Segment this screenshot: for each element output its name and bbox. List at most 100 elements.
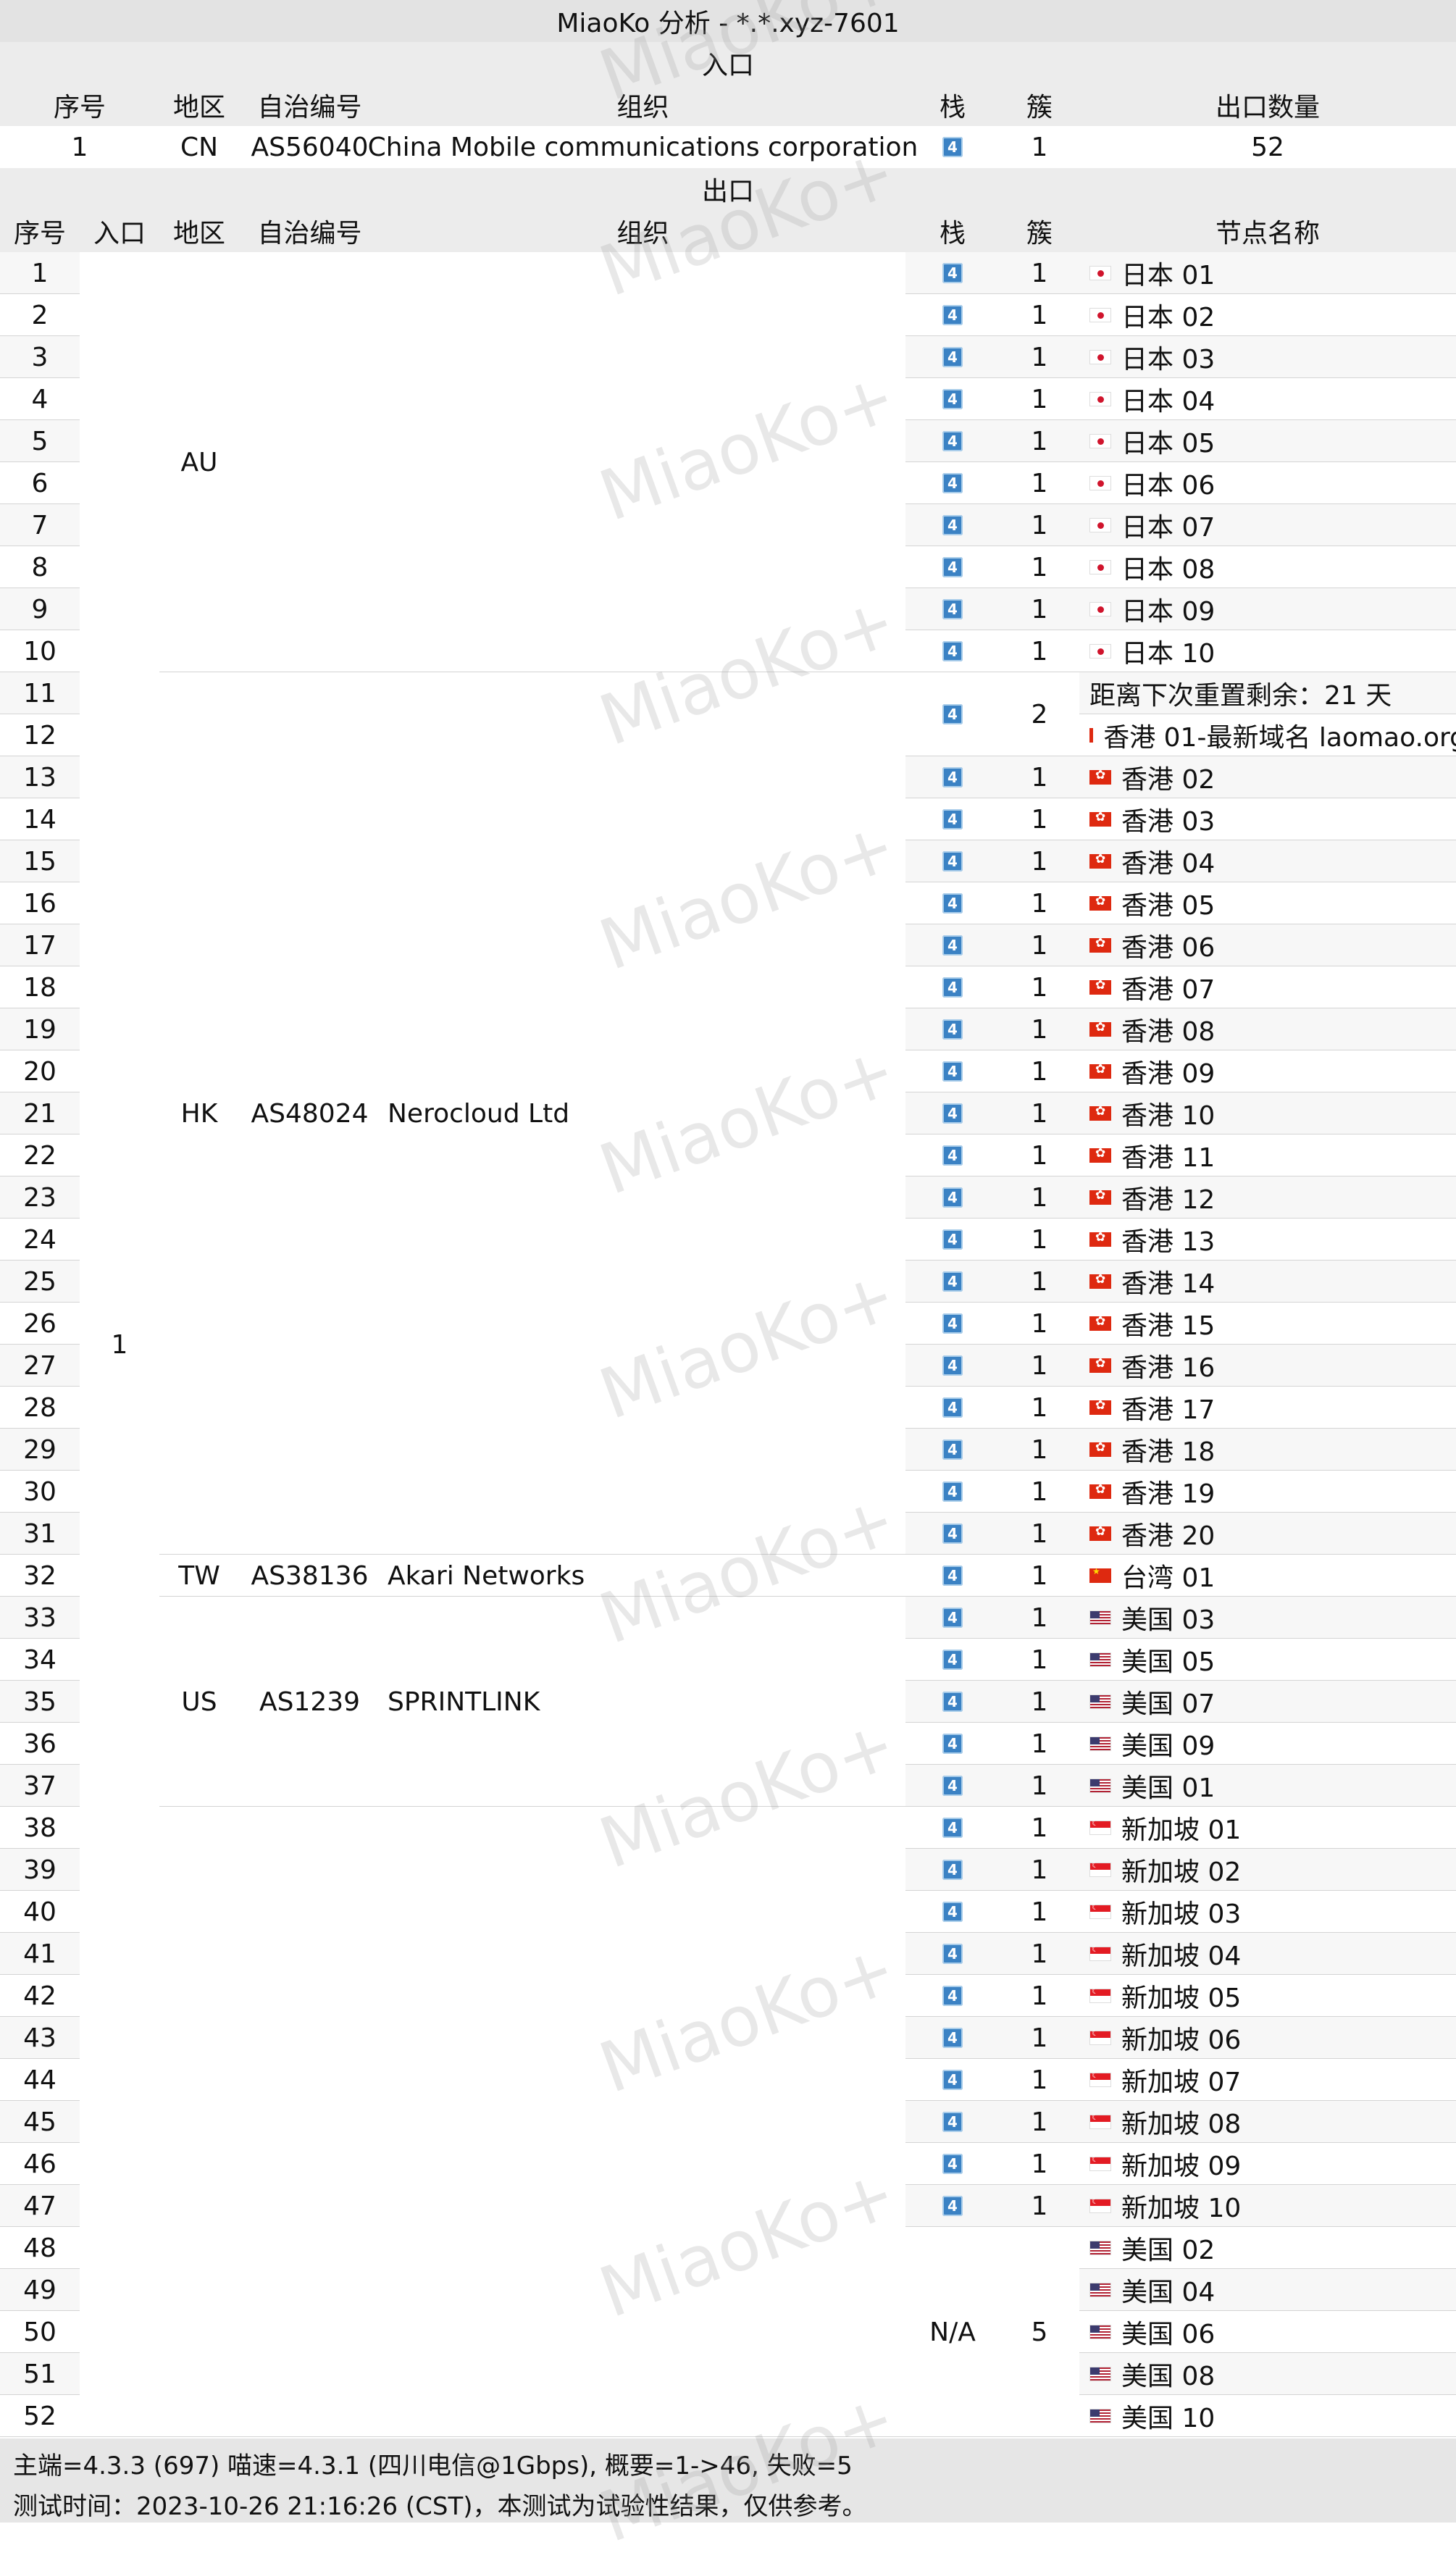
exit-header-cell: 入口 [93,219,146,248]
node-name: 日本 10 [1121,639,1216,669]
row-seq: 19 [23,1014,57,1045]
ipv4-badge-icon: 4 [942,2196,963,2216]
node-name: 日本 01 [1121,261,1216,291]
node-name-cell: 美国 06 [1079,2311,1456,2353]
node-name-cell: 香港 02 [1079,756,1456,798]
node-name-cell: 美国 01 [1079,1765,1456,1807]
cluster-cell: 1 [1031,1981,1048,2011]
stack-cell: 4 [905,966,1000,1008]
cluster-cell: 1 [1031,1729,1048,1759]
hk-flag-icon [1089,1020,1111,1037]
cluster-cell: 1 [1031,1308,1048,1339]
node-name: 新加坡 04 [1121,1942,1242,1971]
node-name: 台湾 01 [1121,1563,1216,1593]
stack-cell: 4 [905,672,1000,756]
node-name-cell: 日本 06 [1079,462,1456,504]
node-name: 日本 06 [1121,471,1216,501]
node-name: 美国 03 [1121,1605,1216,1635]
stack-cell: 4 [905,462,1000,504]
hk-flag-icon [1089,1314,1111,1331]
row-seq: 3 [31,342,49,372]
exit-entry-value: 1 [111,1329,128,1360]
sg-flag-icon [1089,1902,1111,1919]
row-seq: 23 [23,1182,57,1213]
cluster-cell: 1 [1031,1224,1048,1255]
node-name: 日本 05 [1121,429,1216,459]
cluster-cell: 1 [1031,1056,1048,1087]
cluster-cell: 1 [1031,1939,1048,1969]
entry-header-cell: 出口数量 [1215,93,1320,122]
node-name: 美国 06 [1121,2320,1216,2349]
entry-data-row: 1 CN AS56040 China Mobile communications co… [0,126,1456,168]
node-name: 美国 05 [1121,1647,1216,1677]
cluster-cell: 1 [1031,552,1048,582]
jp-flag-icon [1089,434,1111,448]
node-name: 美国 10 [1121,2404,1216,2433]
hk-flag-icon [1089,768,1111,785]
cluster-cell: 1 [1031,846,1048,877]
node-name-cell: 香港 01-最新域名 laomao.org [1079,714,1456,756]
ipv4-badge-icon: 4 [942,1986,963,2006]
node-name-cell: 新加坡 09 [1079,2143,1456,2185]
sg-flag-icon [1089,2112,1111,2129]
stack-cell: 4 [905,1597,1000,1639]
stack-cell: 4 [905,1639,1000,1681]
ipv4-badge-icon: 4 [942,1566,963,1586]
exit-header-cell: 序号 [13,219,66,248]
cluster-cell: 1 [1031,258,1048,288]
stack-cell: 4 [905,294,1000,336]
hk-flag-icon [1089,1230,1111,1247]
node-name: 新加坡 06 [1121,2026,1242,2055]
node-name-cell: 香港 18 [1079,1429,1456,1471]
node-name-cell: 美国 10 [1079,2395,1456,2437]
node-name: 新加坡 10 [1121,2194,1242,2223]
node-name: 美国 02 [1121,2236,1216,2265]
hk-flag-icon [1089,1482,1111,1499]
row-seq: 32 [23,1560,57,1591]
stack-cell: N/A [929,2317,976,2347]
node-name-cell: 香港 08 [1079,1008,1456,1050]
node-name-cell: 香港 05 [1079,882,1456,924]
sg-flag-icon [1089,1944,1111,1961]
ipv4-badge-icon: 4 [942,1355,963,1376]
sg-flag-icon [1089,1860,1111,1877]
node-name-cell: 新加坡 06 [1079,2017,1456,2059]
node-name: 香港 17 [1121,1395,1216,1425]
ipv4-badge-icon: 4 [942,389,963,409]
node-name-cell: 日本 03 [1079,336,1456,378]
row-seq: 37 [23,1771,57,1801]
node-name-cell: 新加坡 02 [1079,1849,1456,1891]
entry-count-cell: 52 [1251,132,1284,162]
row-seq: 17 [23,930,57,961]
footer-line-1: 主端=4.3.3 (697) 喵速=4.3.1 (四川电信@1Gbps), 概要… [13,2452,853,2480]
node-name-cell: 美国 07 [1079,1681,1456,1723]
row-seq: 33 [23,1602,57,1633]
node-name: 香港 02 [1121,765,1216,795]
stack-cell: 4 [905,1303,1000,1345]
node-name-cell: 香港 15 [1079,1303,1456,1345]
node-name-cell: 日本 01 [1079,252,1456,294]
row-seq: 20 [23,1056,57,1087]
row-seq: 43 [23,2023,57,2053]
cluster-cell: 5 [1031,2317,1048,2347]
ipv4-badge-icon: 4 [942,473,963,493]
node-name-cell: 香港 20 [1079,1513,1456,1555]
node-name: 美国 01 [1121,1773,1216,1803]
stack-cell: 4 [905,2143,1000,2185]
ipv4-badge-icon: 4 [942,137,963,157]
ipv4-badge-icon: 4 [942,1860,963,1880]
cluster-cell: 1 [1031,1813,1048,1843]
row-seq: 16 [23,888,57,919]
group-region: US [181,1686,217,1717]
exit-header-cell: 组织 [616,219,669,248]
stack-cell: 4 [905,630,1000,672]
node-name: 新加坡 05 [1121,1984,1242,2013]
row-seq: 15 [23,846,57,877]
node-name-cell: 香港 17 [1079,1387,1456,1429]
ipv4-badge-icon: 4 [942,1902,963,1922]
entry-header-cell: 序号 [53,93,106,122]
stack-cell: 4 [905,1933,1000,1975]
row-seq: 30 [23,1476,57,1507]
stack-cell: 4 [905,2059,1000,2101]
jp-flag-icon [1089,392,1111,406]
